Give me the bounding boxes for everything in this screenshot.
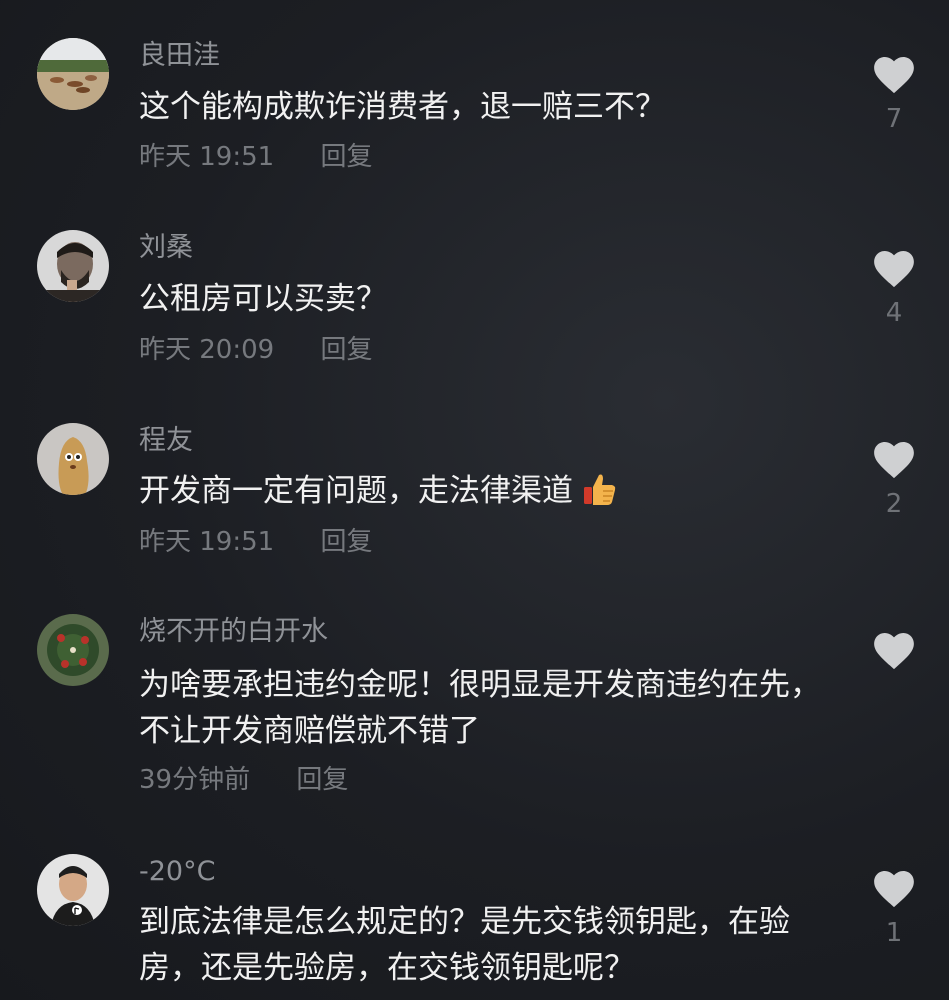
heart-icon [874, 871, 914, 908]
avatar-image [37, 854, 109, 926]
like-button[interactable]: 1 [872, 870, 916, 948]
comment-item: -20°C 到底法律是怎么规定的？是先交钱领钥匙，在验房，还是先验房，在交钱领钥… [0, 0, 949, 1000]
like-count: 1 [885, 918, 903, 948]
avatar[interactable] [37, 854, 109, 926]
username[interactable]: -20°C [139, 856, 215, 888]
comment-text: 到底法律是怎么规定的？是先交钱领钥匙，在验房，还是先验房，在交钱领钥匙呢？ [139, 904, 790, 986]
